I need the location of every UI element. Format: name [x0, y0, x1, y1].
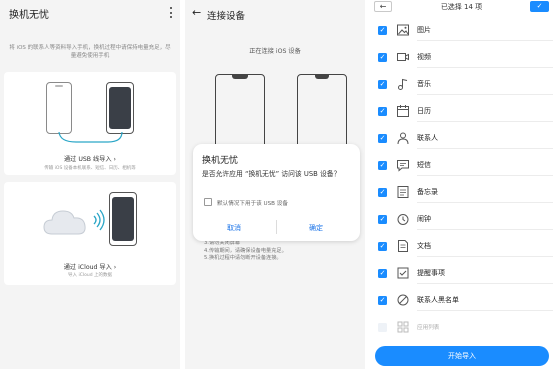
- row-divider: [417, 256, 553, 257]
- item-checkbox[interactable]: ✓: [378, 188, 387, 197]
- list-item[interactable]: 应用列表: [370, 319, 553, 342]
- item-label: 联系人: [417, 134, 438, 142]
- usb-import-title: 通过 USB 线导入 ›: [63, 156, 116, 163]
- row-divider: [417, 148, 553, 149]
- android-phone-illustration: [109, 192, 137, 246]
- connection-hints: 3.请勿关闭屏幕 4.传输期间，请确保设备电量充足。 5.换机过程中请勿断开设备…: [204, 240, 364, 263]
- blocklist-icon: [397, 294, 409, 306]
- select-header: ← 已选择 14 项 ✓: [370, 0, 553, 14]
- item-checkbox[interactable]: [378, 323, 387, 332]
- row-divider: [417, 283, 553, 284]
- list-item[interactable]: ✓ 音乐: [370, 76, 553, 99]
- list-item[interactable]: ✓ 图片: [370, 22, 553, 45]
- list-item[interactable]: ✓ 视频: [370, 49, 553, 72]
- item-checkbox[interactable]: ✓: [378, 296, 387, 305]
- cloud-icon: [43, 210, 86, 235]
- more-options-icon[interactable]: [169, 7, 173, 20]
- connect-title: 连接设备: [207, 11, 246, 22]
- list-item[interactable]: ✓ 联系人黑名单: [370, 292, 553, 315]
- usb-import-card[interactable]: 通过 USB 线导入 › 传输 iOS 设备本机联系、短信、日历、相机等: [4, 72, 176, 175]
- selected-count-title: 已选择 14 项: [440, 3, 483, 11]
- item-checkbox[interactable]: ✓: [378, 80, 387, 89]
- item-label: 日历: [417, 107, 431, 115]
- iphone-illustration: [46, 82, 72, 134]
- icloud-import-subtitle: 导入 iCloud 上的数据: [68, 273, 112, 278]
- item-label: 文档: [417, 242, 431, 250]
- row-divider: [417, 202, 553, 203]
- music-icon: [398, 78, 408, 90]
- confirm-button[interactable]: 确定: [309, 223, 323, 233]
- dialog-title: 换机无忧: [202, 156, 239, 166]
- usb-permission-dialog: 换机无忧 是否允许应用 “换机无忧” 访问该 USB 设备？ 默认情况下用于该 …: [193, 144, 360, 241]
- row-divider: [417, 175, 553, 176]
- item-label: 音乐: [417, 80, 431, 88]
- item-checkbox[interactable]: ✓: [378, 107, 387, 116]
- wireless-signal-icon: [93, 209, 105, 231]
- usb-import-subtitle: 传输 iOS 设备本机联系、短信、日历、相机等: [44, 166, 136, 171]
- image-icon: [397, 24, 409, 36]
- list-item[interactable]: ✓ 联系人: [370, 130, 553, 153]
- icloud-import-card[interactable]: 通过 iCloud 导入 › 导入 iCloud 上的数据: [4, 182, 176, 285]
- row-divider: [417, 67, 553, 68]
- row-divider: [417, 229, 553, 230]
- item-checkbox[interactable]: ✓: [378, 242, 387, 251]
- hint-line: 4.传输期间，请确保设备电量充足。: [204, 247, 287, 254]
- app-header: 换机无忧: [0, 0, 180, 28]
- document-icon: [398, 240, 408, 252]
- select-all-button[interactable]: ✓: [530, 1, 549, 12]
- memo-icon: [397, 186, 409, 198]
- item-label: 备忘录: [417, 188, 438, 196]
- hint-line: 5.换机过程中请勿断开设备连接。: [204, 255, 282, 261]
- item-checkbox[interactable]: ✓: [378, 161, 387, 170]
- item-label: 提醒事项: [417, 269, 445, 277]
- item-label: 图片: [417, 26, 431, 34]
- row-divider: [417, 40, 553, 41]
- connect-header: ← 连接设备: [185, 0, 365, 28]
- icloud-import-title: 通过 iCloud 导入 ›: [63, 264, 117, 271]
- button-divider: [276, 220, 277, 234]
- list-item[interactable]: ✓ 日历: [370, 103, 553, 126]
- list-item[interactable]: ✓ 提醒事项: [370, 265, 553, 288]
- item-checkbox[interactable]: ✓: [378, 53, 387, 62]
- calendar-icon: [397, 105, 409, 117]
- intro-text: 将 iOS 的联系人等资料导入手机，换机过程中请保持电量充足，尽量避免使用手机: [9, 45, 171, 59]
- item-checkbox[interactable]: ✓: [378, 269, 387, 278]
- list-item[interactable]: ✓ 文档: [370, 238, 553, 261]
- item-label: 短信: [417, 161, 431, 169]
- panel-switch-phone-home: 换机无忧 将 iOS 的联系人等资料导入手机，换机过程中请保持电量充足，尽量避免…: [0, 0, 180, 369]
- item-label: 联系人黑名单: [417, 296, 459, 304]
- cancel-button[interactable]: 取消: [227, 223, 241, 233]
- usb-cable-icon: [58, 131, 123, 143]
- item-checkbox[interactable]: ✓: [378, 215, 387, 224]
- dialog-message: 是否允许应用 “换机无忧” 访问该 USB 设备？: [202, 170, 341, 178]
- app-list-icon: [397, 321, 409, 333]
- hint-line: 3.请勿关闭屏幕: [204, 240, 241, 246]
- item-checkbox[interactable]: ✓: [378, 26, 387, 35]
- reminder-icon: [397, 267, 409, 279]
- item-checkbox[interactable]: ✓: [378, 134, 387, 143]
- screens: 换机无忧 将 iOS 的联系人等资料导入手机，换机过程中请保持电量充足，尽量避免…: [0, 0, 553, 369]
- row-divider: [417, 121, 553, 122]
- list-item[interactable]: ✓ 短信: [370, 157, 553, 180]
- row-divider: [417, 310, 553, 311]
- item-label: 视频: [417, 53, 431, 61]
- panel-connect-device: ← 连接设备 正在连接 iOS 设备 3.请勿关闭屏幕 4.传输期间，请确保设备…: [185, 0, 365, 369]
- list-item[interactable]: ✓ 备忘录: [370, 184, 553, 207]
- android-phone-illustration: [106, 82, 134, 134]
- item-label: 闹钟: [417, 215, 431, 223]
- back-arrow-icon[interactable]: ←: [192, 6, 201, 19]
- alarm-icon: [397, 214, 409, 225]
- connecting-status: 正在连接 iOS 设备: [249, 48, 301, 55]
- item-label: 应用列表: [417, 325, 440, 331]
- message-icon: [397, 160, 409, 172]
- app-title: 换机无忧: [9, 10, 49, 21]
- contact-icon: [397, 132, 409, 145]
- default-usb-checkbox-label: 默认情况下用于该 USB 设备: [217, 201, 288, 207]
- list-item[interactable]: ✓ 闹钟: [370, 211, 553, 234]
- start-import-button[interactable]: 开始导入: [375, 346, 549, 366]
- panel-select-data: ← 已选择 14 项 ✓ ✓ 图片 ✓ 视频 ✓ 音乐 ✓ 日历 ✓ 联系人 ✓…: [370, 0, 553, 369]
- default-usb-checkbox[interactable]: [204, 198, 212, 206]
- video-icon: [397, 53, 409, 61]
- row-divider: [417, 94, 553, 95]
